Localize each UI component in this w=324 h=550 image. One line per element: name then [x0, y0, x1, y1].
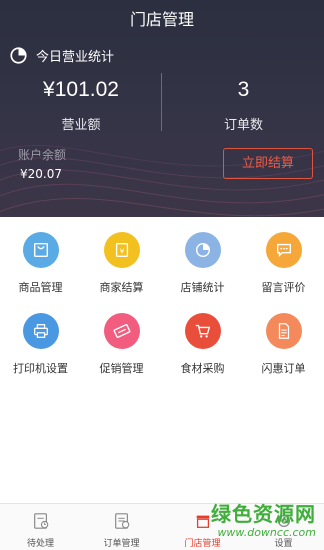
- grid-item-merchant-settlement[interactable]: ¥ 商家结算: [81, 232, 162, 295]
- grid-item-comments-reviews[interactable]: 留言评价: [243, 232, 324, 295]
- page-title: 门店管理: [129, 10, 194, 29]
- grid-item-flash-orders[interactable]: 闪惠订单: [243, 313, 324, 376]
- bag-icon: [33, 242, 48, 258]
- cart-icon: [195, 324, 210, 338]
- grid-item-label: 留言评价: [261, 281, 306, 294]
- balance-value: ¥20.07: [20, 167, 62, 181]
- tab-pending[interactable]: 待处理: [0, 504, 81, 550]
- printer-icon: [33, 324, 48, 338]
- purchase-circle: [184, 313, 221, 349]
- orders-icon: [114, 513, 129, 529]
- grid-item-label: 店铺统计: [180, 281, 225, 294]
- tab-order-management[interactable]: 订单管理: [81, 504, 162, 550]
- pie-chart-icon: [10, 47, 27, 64]
- promo-tag-icon: [113, 324, 130, 338]
- svg-text:¥: ¥: [119, 247, 124, 256]
- message-icon: [276, 243, 291, 258]
- store-icon: [196, 515, 209, 528]
- statistics-circle: [184, 232, 221, 268]
- settlement-circle: ¥: [103, 232, 140, 268]
- tab-settings[interactable]: 设置: [243, 504, 324, 550]
- today-stats-heading: 今日营业统计: [10, 46, 114, 65]
- revenue-value: ¥101.02: [43, 78, 119, 101]
- settings-icon: [277, 514, 290, 528]
- flash-orders-circle: [265, 313, 302, 349]
- grid-item-ingredient-purchase[interactable]: 食材采购: [162, 313, 243, 376]
- grid-item-promotion-management[interactable]: 促销管理: [81, 313, 162, 376]
- promotion-circle: [103, 313, 140, 349]
- store-summary-header: 门店管理 今日营业统计 ¥101.02 营业额 3 订单数 账户余额 ¥20.0…: [0, 0, 324, 217]
- grid-item-label: 商家结算: [99, 281, 144, 294]
- tab-label: 待处理: [26, 539, 54, 549]
- settle-now-button[interactable]: 立即结算: [223, 148, 313, 179]
- pie-chart-icon: [195, 242, 210, 258]
- balance-label: 账户余额: [18, 148, 67, 162]
- product-circle: [22, 232, 59, 268]
- grid-item-product-management[interactable]: 商品管理: [0, 232, 81, 295]
- bottom-tab-bar: 待处理 订单管理 门店管理 设置: [0, 503, 324, 550]
- grid-item-label: 打印机设置: [13, 362, 68, 375]
- stats-divider: [161, 73, 162, 131]
- grid-item-label: 闪惠订单: [261, 362, 306, 375]
- grid-item-label: 商品管理: [18, 281, 63, 294]
- comments-circle: [265, 232, 302, 268]
- today-stats-label: 今日营业统计: [36, 50, 115, 65]
- grid-item-label: 食材采购: [180, 362, 225, 375]
- pending-icon: [33, 513, 48, 529]
- tab-label: 订单管理: [103, 539, 140, 549]
- yen-card-icon: ¥: [115, 243, 128, 257]
- orders-count-label: 订单数: [223, 118, 263, 133]
- document-icon: [278, 323, 289, 339]
- grid-item-store-statistics[interactable]: 店铺统计: [162, 232, 243, 295]
- printer-circle: [22, 313, 59, 349]
- grid-item-printer-settings[interactable]: 打印机设置: [0, 313, 81, 376]
- tab-label: 设置: [274, 539, 293, 549]
- orders-count-value: 3: [237, 78, 250, 101]
- grid-item-label: 促销管理: [99, 362, 144, 375]
- tab-label: 门店管理: [184, 539, 221, 549]
- revenue-label: 营业额: [61, 118, 101, 133]
- tab-store-management[interactable]: 门店管理: [162, 504, 243, 550]
